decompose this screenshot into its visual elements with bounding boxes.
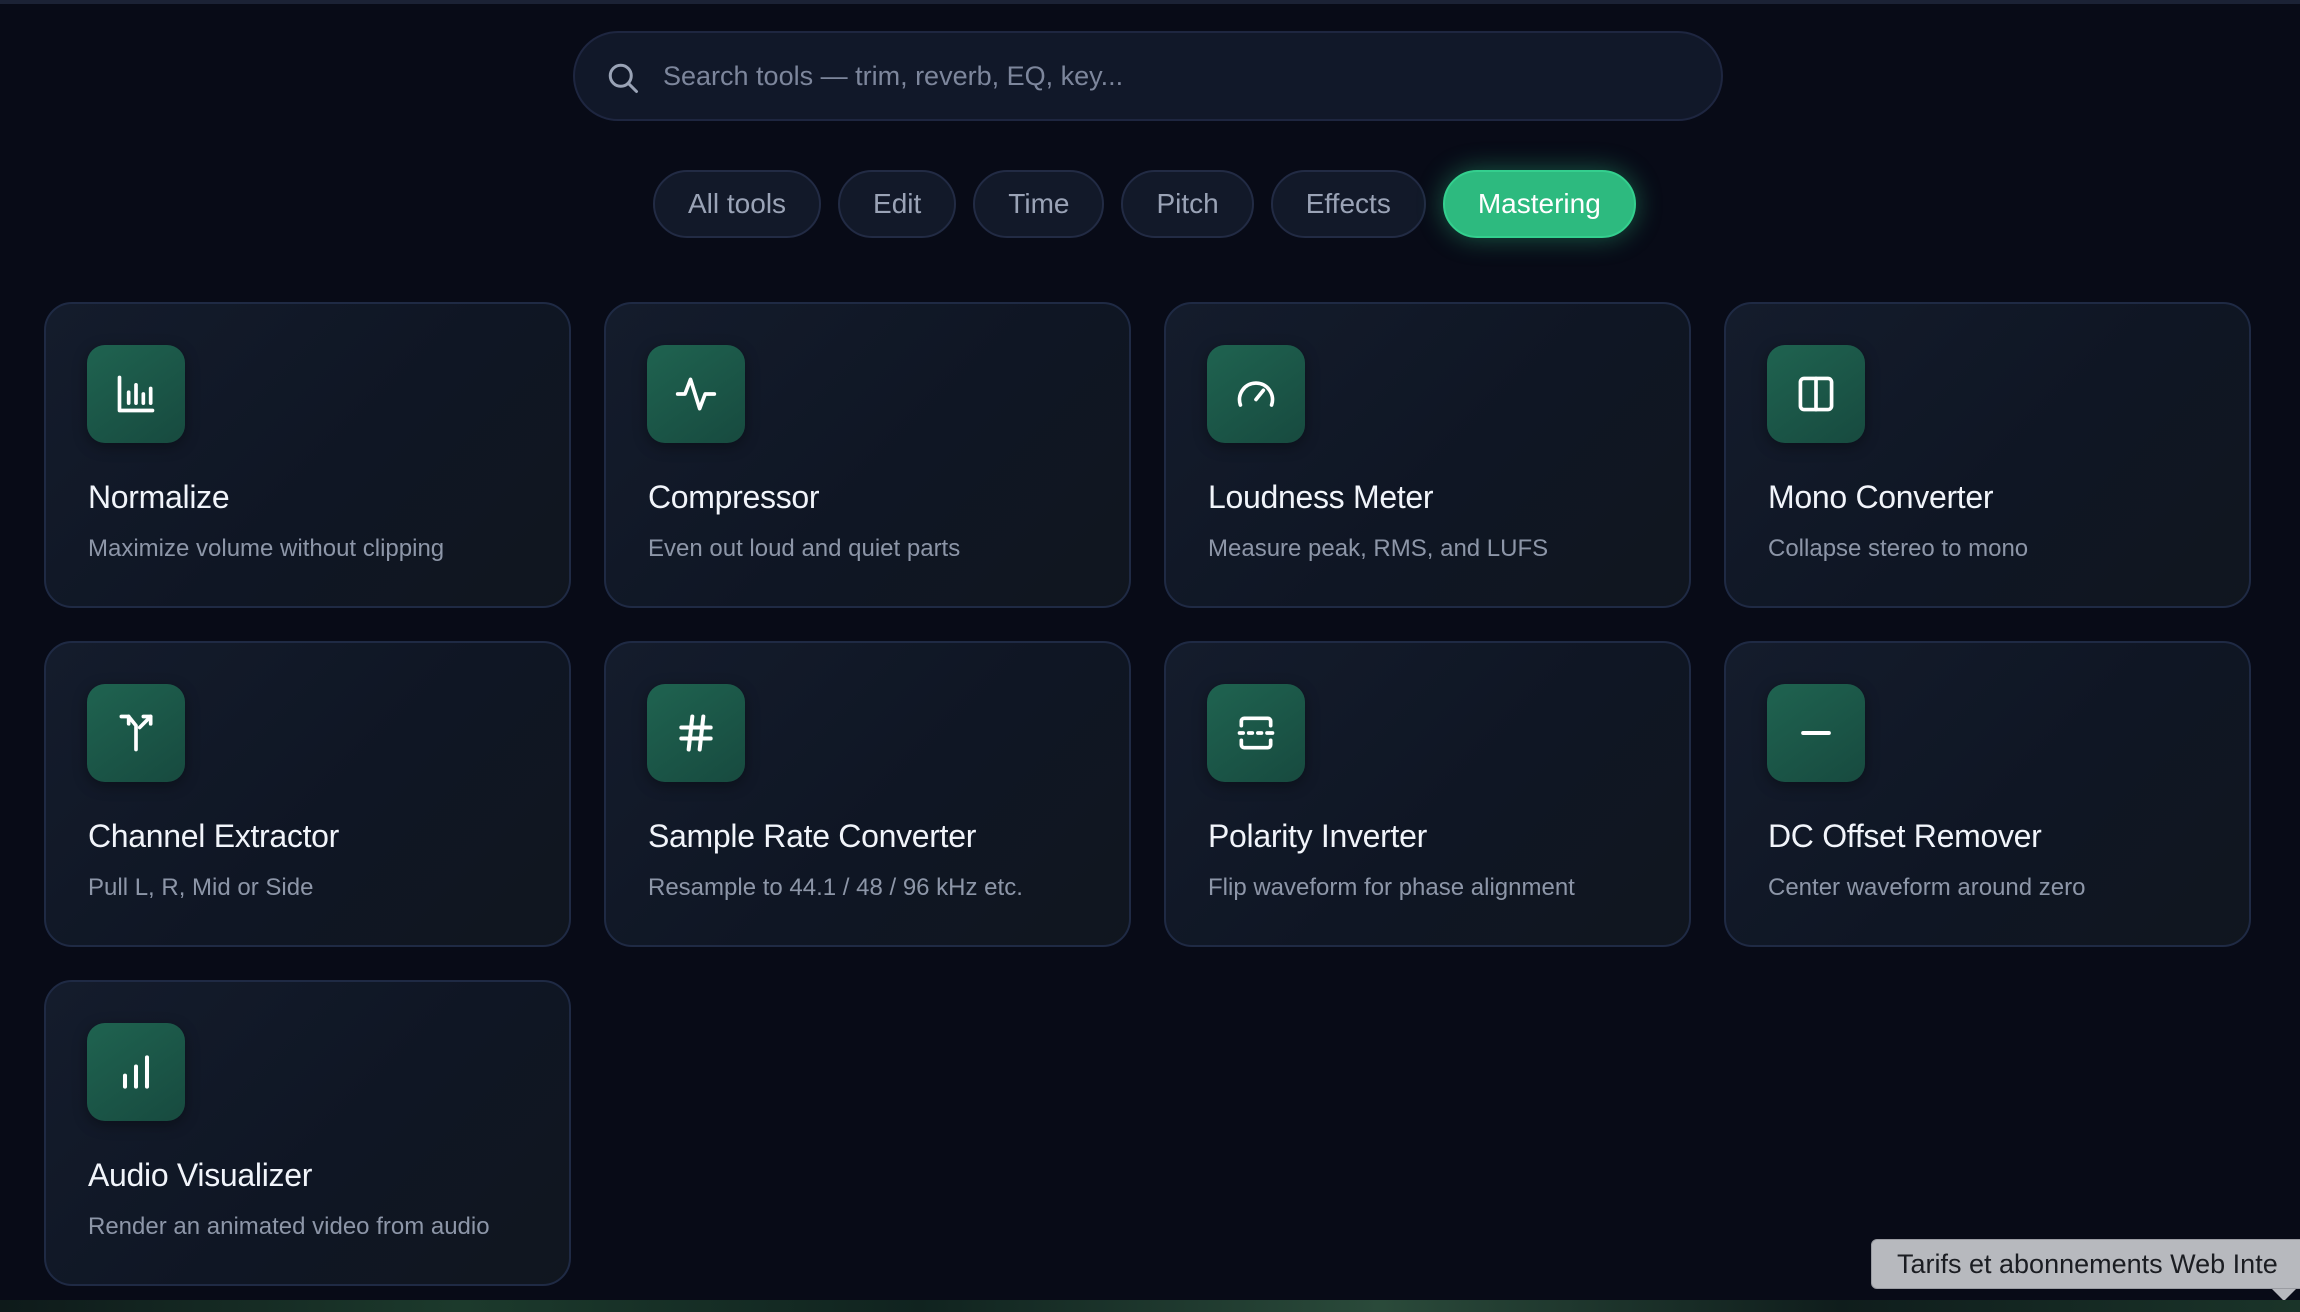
gauge-icon [1237,381,1275,407]
search-bar[interactable] [573,31,1723,121]
search-input[interactable] [663,33,1693,119]
flip-icon [1237,716,1275,750]
tool-icon-tile [87,345,185,443]
tool-title: Mono Converter [1768,479,1994,515]
minus-icon [1801,730,1831,736]
tool-card-loudness-meter[interactable]: Loudness Meter Measure peak, RMS, and LU… [1164,302,1691,608]
tool-icon-tile [647,684,745,782]
split-panel-icon [1798,376,1834,412]
tool-title: Audio Visualizer [88,1157,313,1193]
filter-pitch[interactable]: Pitch [1121,170,1254,238]
tool-title: Loudness Meter [1208,479,1434,515]
tool-card-normalize[interactable]: Normalize Maximize volume without clippi… [44,302,571,608]
filter-edit[interactable]: Edit [838,170,957,238]
tool-title: DC Offset Remover [1768,818,2042,854]
tool-icon-tile [87,1023,185,1121]
tool-description: Flip waveform for phase alignment [1208,874,1575,901]
tool-card-channel-extractor[interactable]: Channel Extractor Pull L, R, Mid or Side [44,641,571,947]
filter-effects[interactable]: Effects [1270,170,1426,238]
bar-chart-icon [117,375,155,413]
hash-icon [679,714,713,752]
background-image-strip [0,1300,2300,1312]
tool-grid: Normalize Maximize volume without clippi… [44,302,2252,1286]
tool-title: Compressor [648,479,820,515]
tools-page: All tools Edit Time Pitch Effects Master… [0,0,2300,1312]
pulse-icon [675,377,717,411]
filter-time[interactable]: Time [973,170,1105,238]
filter-mastering[interactable]: Mastering [1442,170,1636,238]
tool-title: Sample Rate Converter [648,818,977,854]
tool-card-compressor[interactable]: Compressor Even out loud and quiet parts [604,302,1131,608]
tool-description: Pull L, R, Mid or Side [88,874,314,901]
tool-description: Maximize volume without clipping [88,535,445,562]
tool-description: Even out loud and quiet parts [648,535,961,562]
tool-description: Render an animated video from audio [88,1213,490,1240]
top-divider [0,0,2300,4]
fork-arrows-icon [119,714,153,752]
tool-icon-tile [1767,684,1865,782]
tool-card-mono-converter[interactable]: Mono Converter Collapse stereo to mono [1724,302,2251,608]
tool-description: Resample to 44.1 / 48 / 96 kHz etc. [648,874,1023,901]
tool-card-sample-rate-converter[interactable]: Sample Rate Converter Resample to 44.1 /… [604,641,1131,947]
tool-icon-tile [87,684,185,782]
tool-icon-tile [647,345,745,443]
tool-description: Collapse stereo to mono [1768,535,2029,562]
link-tooltip: Tarifs et abonnements Web Inte [1871,1239,2300,1289]
filter-all-tools[interactable]: All tools [653,170,822,238]
tool-card-polarity-inverter[interactable]: Polarity Inverter Flip waveform for phas… [1164,641,1691,947]
tool-title: Normalize [88,479,230,515]
tool-title: Polarity Inverter [1208,818,1427,854]
signal-bars-icon [122,1055,150,1089]
tool-icon-tile [1767,345,1865,443]
tool-card-audio-visualizer[interactable]: Audio Visualizer Render an animated vide… [44,980,571,1286]
tool-description: Measure peak, RMS, and LUFS [1208,535,1549,562]
tool-title: Channel Extractor [88,818,340,854]
search-icon [608,63,638,93]
tool-icon-tile [1207,345,1305,443]
tool-description: Center waveform around zero [1768,874,2086,901]
tool-icon-tile [1207,684,1305,782]
category-filters: All tools Edit Time Pitch Effects Master… [653,170,1636,238]
tool-card-dc-offset-remover[interactable]: DC Offset Remover Center waveform around… [1724,641,2251,947]
